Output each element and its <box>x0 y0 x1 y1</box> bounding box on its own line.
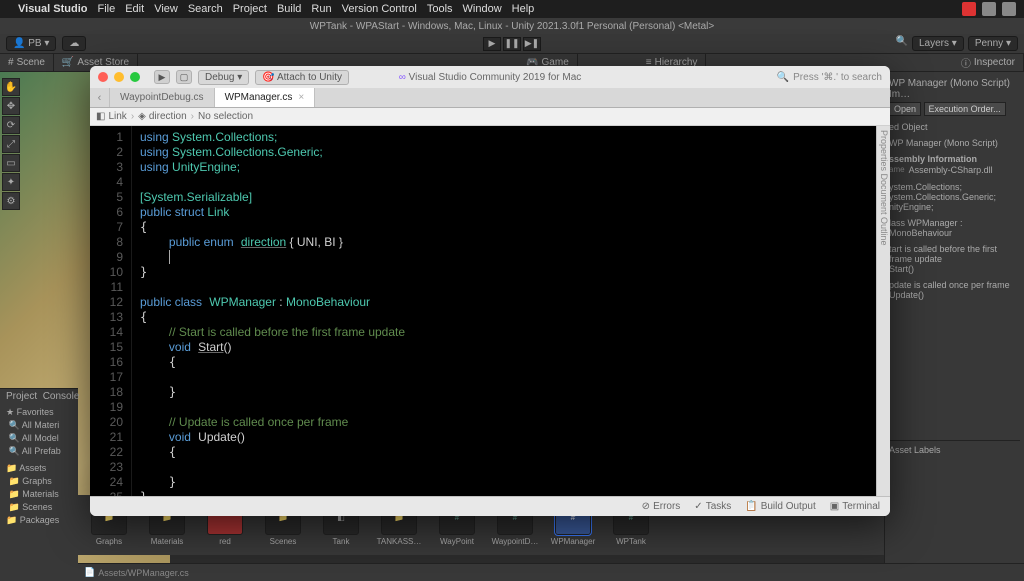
menu-run[interactable]: Run <box>311 3 331 15</box>
inspector-panel: WP Manager (Mono Script) Im… Open Execut… <box>884 72 1024 581</box>
open-button[interactable]: Open <box>889 102 921 116</box>
unity-title-text: WPTank - WPAStart - Windows, Mac, Linux … <box>310 21 714 32</box>
fav-item[interactable]: 🔍 All Materi <box>4 419 74 432</box>
project-tab[interactable]: Project <box>6 391 37 402</box>
layout-dropdown[interactable]: Penny ▾ <box>968 36 1018 51</box>
vs-status-bar: ⊘Errors ✓Tasks 📋Build Output ▣Terminal <box>90 496 890 516</box>
terminal-pad-button[interactable]: ▣Terminal <box>830 501 880 512</box>
menu-window[interactable]: Window <box>463 3 502 15</box>
close-tab-icon[interactable]: × <box>298 92 304 103</box>
vs-titlebar[interactable]: ▶ ▢ Debug ▾ 🎯 Attach to Unity ∞ Visual S… <box>90 66 890 88</box>
vs-breadcrumb[interactable]: ◧ Link› ◈ direction› No selection <box>90 108 890 126</box>
menu-project[interactable]: Project <box>233 3 267 15</box>
tasks-pad-button[interactable]: ✓Tasks <box>694 501 731 512</box>
menu-help[interactable]: Help <box>512 3 535 15</box>
execution-order-button[interactable]: Execution Order... <box>924 102 1006 116</box>
vs-side-tabs[interactable]: Properties Document Outline <box>876 126 890 496</box>
step-button[interactable]: ▶❚ <box>523 37 541 51</box>
play-button[interactable]: ▶ <box>483 37 501 51</box>
search-icon[interactable]: 🔍 <box>896 36 908 51</box>
cloud-button[interactable]: ☁ <box>62 36 86 51</box>
rect-tool[interactable]: ▭ <box>2 154 20 172</box>
status-icon-2[interactable] <box>1002 2 1016 16</box>
crumb-item[interactable]: ◧ Link <box>96 111 127 122</box>
folder-icon: 📄 <box>84 567 95 578</box>
debug-config-dropdown[interactable]: Debug ▾ <box>198 70 249 85</box>
project-panel: Project Console ★ Favorites 🔍 All Materi… <box>0 388 78 581</box>
menu-vcs[interactable]: Version Control <box>342 3 417 15</box>
scale-tool[interactable]: ⤢ <box>2 135 20 153</box>
window-minimize-icon[interactable] <box>114 72 124 82</box>
file-tab[interactable]: WaypointDebug.cs <box>110 88 215 107</box>
status-icon[interactable] <box>982 2 996 16</box>
menu-build[interactable]: Build <box>277 3 301 15</box>
line-gutter: 1234567891011121314151617181920212223242… <box>90 126 132 496</box>
window-zoom-icon[interactable] <box>130 72 140 82</box>
menu-tools[interactable]: Tools <box>427 3 453 15</box>
menu-search[interactable]: Search <box>188 3 223 15</box>
code-editor[interactable]: using System.Collections; using System.C… <box>132 126 878 496</box>
asset-labels-header: Asset Labels <box>889 440 1020 455</box>
errors-pad-button[interactable]: ⊘Errors <box>642 501 681 512</box>
crumb-item[interactable]: No selection <box>198 111 253 122</box>
fav-item[interactable]: 🔍 All Prefab <box>4 445 74 458</box>
transform-tool[interactable]: ✦ <box>2 173 20 191</box>
packages-root[interactable]: 📁 Packages <box>4 514 74 527</box>
vs-search[interactable]: 🔍 Press '⌘.' to search <box>777 72 882 83</box>
inspector-header: WP Manager (Mono Script) Im… <box>889 76 1020 102</box>
fav-item[interactable]: 🔍 All Model <box>4 432 74 445</box>
asset-folder[interactable]: 📁 Graphs <box>4 475 74 488</box>
vs-file-tabs: ‹ WaypointDebug.cs WPManager.cs× <box>90 88 890 108</box>
file-tab-active[interactable]: WPManager.cs× <box>215 88 316 107</box>
tab-inspector[interactable]: ⓘ Inspector <box>953 54 1024 71</box>
favorites-header[interactable]: ★ Favorites <box>4 406 74 419</box>
layers-dropdown[interactable]: Layers ▾ <box>912 36 964 51</box>
nav-back-button[interactable]: ‹ <box>90 88 110 107</box>
assembly-info-header: ssembly Information <box>889 154 1020 164</box>
mac-menubar: Visual Studio File Edit View Search Proj… <box>0 0 1024 18</box>
assets-root[interactable]: 📁 Assets <box>4 462 74 475</box>
window-close-icon[interactable] <box>98 72 108 82</box>
menu-file[interactable]: File <box>97 3 115 15</box>
pause-button[interactable]: ❚❚ <box>503 37 521 51</box>
asset-folder[interactable]: 📁 Materials <box>4 488 74 501</box>
attach-target-dropdown[interactable]: 🎯 Attach to Unity <box>255 70 349 85</box>
hand-tool[interactable]: ✋ <box>2 78 20 96</box>
tab-scene[interactable]: # Scene <box>0 54 54 71</box>
account-dropdown[interactable]: 👤 PB ▾ <box>6 36 56 51</box>
menubar-app[interactable]: Visual Studio <box>18 3 87 15</box>
custom-tool[interactable]: ⚙ <box>2 192 20 210</box>
imported-object-label: ed Object <box>889 122 1020 132</box>
status-red-icon[interactable] <box>962 2 976 16</box>
crumb-item[interactable]: ◈ direction <box>138 111 187 122</box>
vs-title: ∞ Visual Studio Community 2019 for Mac <box>399 72 582 83</box>
unity-toolbar: 👤 PB ▾ ☁ ▶ ❚❚ ▶❚ 🔍 Layers ▾ Penny ▾ <box>0 34 1024 54</box>
asset-path-bar: 📄Assets/WPManager.cs <box>78 563 1024 581</box>
build-output-button[interactable]: 📋Build Output <box>745 501 816 512</box>
config-button[interactable]: ▢ <box>176 70 192 84</box>
unity-window-title: WPTank - WPAStart - Windows, Mac, Linux … <box>0 18 1024 34</box>
menu-edit[interactable]: Edit <box>125 3 144 15</box>
move-tool[interactable]: ✥ <box>2 97 20 115</box>
console-tab[interactable]: Console <box>43 391 80 402</box>
rotate-tool[interactable]: ⟳ <box>2 116 20 134</box>
asset-folder[interactable]: 📁 Scenes <box>4 501 74 514</box>
vs-window: ▶ ▢ Debug ▾ 🎯 Attach to Unity ∞ Visual S… <box>90 66 890 516</box>
menu-view[interactable]: View <box>154 3 178 15</box>
run-button[interactable]: ▶ <box>154 70 170 84</box>
script-name: WP Manager (Mono Script) <box>889 138 1020 148</box>
